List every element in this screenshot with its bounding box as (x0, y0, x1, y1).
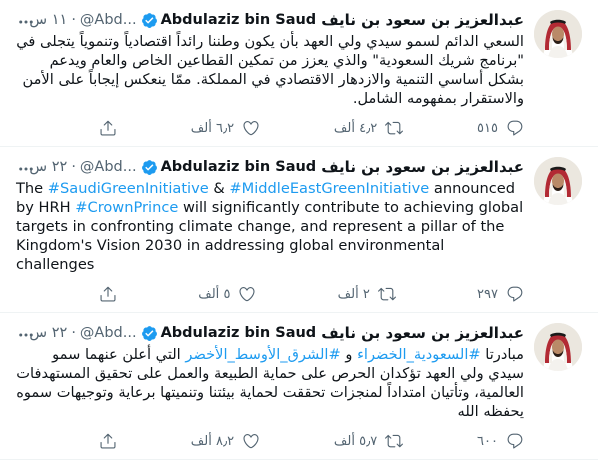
tweet-text-segment: و (340, 346, 358, 363)
tweet-text: مبادرتا #السعودية_الخضراء و #الشرق_الأوس… (16, 345, 524, 421)
tweet-header: عبدالعزيز بن سعود بن نايف Abdulaziz bin … (16, 157, 524, 177)
tweet[interactable]: عبدالعزيز بن سعود بن نايف Abdulaziz bin … (0, 0, 598, 147)
more-dots-icon[interactable] (16, 159, 36, 179)
display-name-english[interactable]: Abdulaziz bin Saud (161, 325, 317, 341)
heart-icon (243, 121, 259, 136)
display-name-english[interactable]: Abdulaziz bin Saud (161, 12, 317, 28)
like-count: ٥ ألف (198, 286, 231, 302)
retweet-count: ٢ ألف (337, 286, 370, 302)
user-handle[interactable]: @Abd... (80, 12, 137, 28)
reply-count: ٢٩٧ (477, 286, 498, 302)
reply-count: ٥١٥ (477, 120, 498, 136)
share-button[interactable] (99, 285, 117, 303)
more-dots-icon[interactable] (16, 12, 36, 32)
hashtag-link[interactable]: #SaudiGreenInitiative (48, 180, 209, 197)
tweet-content: عبدالعزيز بن سعود بن نايف Abdulaziz bin … (16, 10, 524, 138)
reply-button[interactable]: ٥١٥ (477, 119, 524, 137)
hashtag-link[interactable]: #MiddleEastGreenInitiative (229, 180, 429, 197)
tweet-text: The #SaudiGreenInitiative & #MiddleEastG… (16, 179, 524, 274)
share-button[interactable] (99, 432, 117, 450)
display-name-arabic[interactable]: عبدالعزيز بن سعود بن نايف (321, 11, 524, 29)
retweet-icon (385, 434, 404, 448)
reply-icon (507, 286, 523, 302)
tweet-header: عبدالعزيز بن سعود بن نايف Abdulaziz bin … (16, 10, 524, 30)
avatar[interactable] (534, 10, 582, 58)
tweet-content: عبدالعزيز بن سعود بن نايف Abdulaziz bin … (16, 157, 524, 304)
heart-icon (239, 287, 255, 302)
retweet-icon (385, 121, 404, 135)
separator-dot: · (71, 159, 76, 175)
avatar[interactable] (534, 323, 582, 371)
tweet-content: عبدالعزيز بن سعود بن نايف Abdulaziz bin … (16, 323, 524, 451)
verified-badge-icon (141, 325, 158, 342)
display-name-arabic[interactable]: عبدالعزيز بن سعود بن نايف (321, 324, 524, 342)
separator-dot: · (71, 12, 76, 28)
tweet-text-segment: & (208, 180, 230, 197)
tweet-text-segment: مبادرتا (480, 346, 524, 363)
retweet-icon (377, 287, 396, 301)
verified-badge-icon (141, 159, 158, 176)
user-handle[interactable]: @Abd... (80, 325, 137, 341)
retweet-button[interactable]: ٢ ألف (338, 285, 396, 303)
reply-button[interactable]: ٢٩٧ (477, 285, 524, 303)
share-icon (100, 286, 116, 302)
like-count: ٨٫٢ ألف (190, 433, 235, 449)
share-button[interactable] (99, 119, 117, 137)
hashtag-link[interactable]: #CrownPrince (75, 199, 178, 216)
tweet-text-segment: السعي الدائم لسمو سيدي ولي العهد بأن يكو… (16, 33, 524, 107)
reply-button[interactable]: ٦٠٠ (477, 432, 524, 450)
display-name-english[interactable]: Abdulaziz bin Saud (161, 159, 317, 175)
like-count: ٦٫٢ ألف (190, 120, 235, 136)
tweet-text: السعي الدائم لسمو سيدي ولي العهد بأن يكو… (16, 32, 524, 108)
reply-icon (507, 433, 523, 449)
hashtag-link[interactable]: #السعودية_الخضراء (357, 346, 481, 363)
tweet-text-segment: The (16, 180, 48, 197)
retweet-count: ٥٫٧ ألف (333, 433, 378, 449)
tweet-actions: ٢٩٧ ٢ ألف ٥ ألف (99, 284, 524, 304)
reply-icon (507, 120, 523, 136)
tweet-feed: عبدالعزيز بن سعود بن نايف Abdulaziz bin … (0, 0, 598, 460)
heart-icon (243, 434, 259, 449)
display-name-arabic[interactable]: عبدالعزيز بن سعود بن نايف (321, 158, 524, 176)
tweet-header: عبدالعزيز بن سعود بن نايف Abdulaziz bin … (16, 323, 524, 343)
tweet[interactable]: عبدالعزيز بن سعود بن نايف Abdulaziz bin … (0, 147, 598, 313)
avatar[interactable] (534, 157, 582, 205)
tweet-actions: ٥١٥ ٤٫٢ ألف ٦٫٢ ألف (99, 118, 524, 138)
like-button[interactable]: ٥ ألف (198, 285, 256, 303)
user-handle[interactable]: @Abd... (80, 159, 137, 175)
retweet-button[interactable]: ٤٫٢ ألف (333, 119, 404, 137)
retweet-count: ٤٫٢ ألف (333, 120, 378, 136)
separator-dot: · (71, 325, 76, 341)
share-icon (100, 433, 116, 449)
verified-badge-icon (141, 12, 158, 29)
tweet-actions: ٦٠٠ ٥٫٧ ألف ٨٫٢ ألف (99, 431, 524, 451)
more-dots-icon[interactable] (16, 325, 36, 345)
hashtag-link[interactable]: #الشرق_الأوسط_الأخضر (185, 346, 340, 363)
share-icon (100, 120, 116, 136)
retweet-button[interactable]: ٥٫٧ ألف (333, 432, 404, 450)
reply-count: ٦٠٠ (477, 433, 498, 449)
tweet[interactable]: عبدالعزيز بن سعود بن نايف Abdulaziz bin … (0, 313, 598, 460)
like-button[interactable]: ٦٫٢ ألف (191, 119, 260, 137)
like-button[interactable]: ٨٫٢ ألف (191, 432, 260, 450)
